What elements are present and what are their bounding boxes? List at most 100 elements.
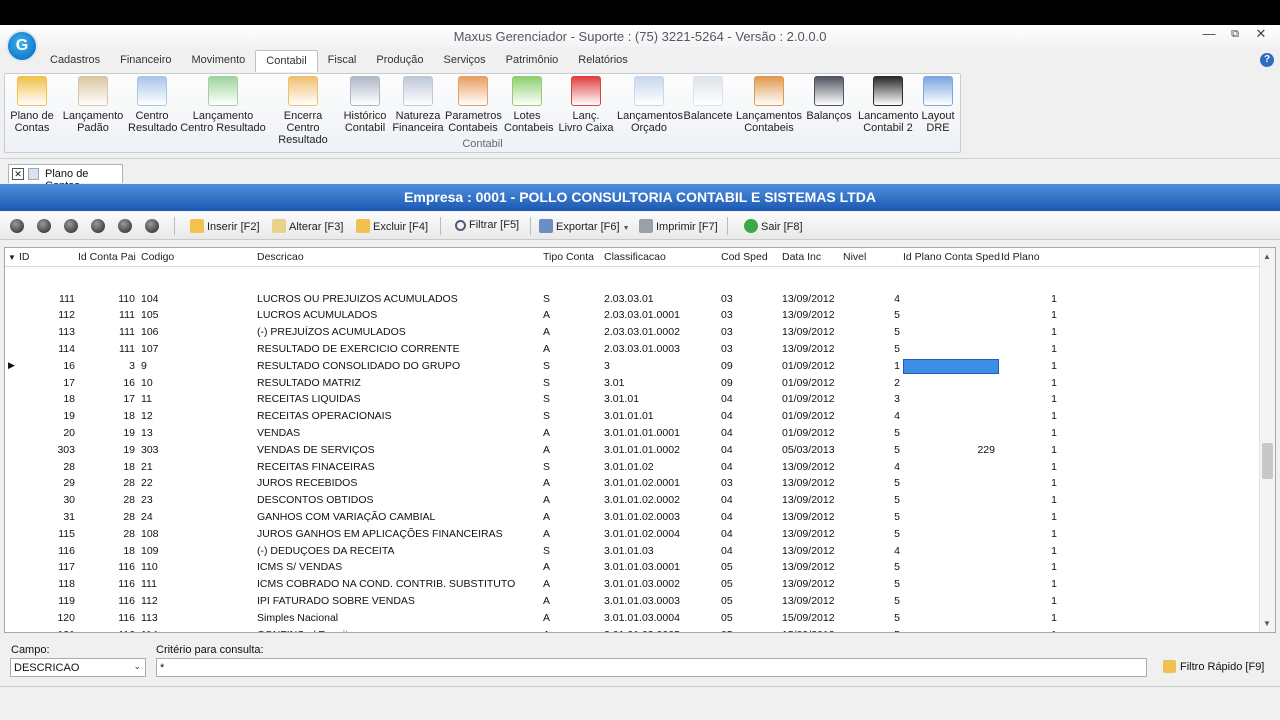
cell-nivel[interactable]: 5 (800, 326, 900, 338)
table-row[interactable]: 303 19 303 VENDAS DE SERVIÇOS A 3.01.01.01.00… (5, 442, 1260, 459)
cell-classificacao[interactable]: 3.01.01 (604, 393, 639, 405)
tab-close-icon[interactable]: ✕ (12, 168, 24, 180)
cell-id-plano[interactable]: 1 (957, 360, 1057, 372)
table-row[interactable]: 17 16 10 RESULTADO MATRIZ S 3.01 09 01/09/2012 2… (5, 375, 1260, 392)
cell-codigo[interactable]: 112 (141, 595, 158, 607)
cell-codigo[interactable]: 11 (141, 393, 152, 405)
cell-codigo[interactable]: 106 (141, 326, 159, 338)
cell-id-conta-pai[interactable]: 116 (35, 612, 135, 624)
cell-nivel[interactable]: 5 (800, 561, 900, 573)
cell-descricao[interactable]: ICMS S/ VENDAS (257, 561, 342, 573)
menu-cadastros[interactable]: Cadastros (40, 50, 110, 72)
cell-tipo-conta[interactable]: A (543, 477, 550, 489)
cell-tipo-conta[interactable]: A (543, 612, 550, 624)
cell-codigo[interactable]: 108 (141, 528, 159, 540)
cell-id-plano[interactable]: 1 (957, 293, 1057, 305)
cell-codigo[interactable]: 111 (141, 578, 157, 590)
scroll-thumb[interactable] (1262, 443, 1273, 479)
cell-id-conta-pai[interactable]: 116 (35, 578, 135, 590)
next-page-icon[interactable] (118, 219, 132, 233)
cell-id-plano[interactable]: 1 (957, 309, 1057, 321)
cell-cod-sped[interactable]: 03 (721, 293, 733, 305)
cell-tipo-conta[interactable]: A (543, 444, 550, 456)
cell-nivel[interactable]: 4 (800, 293, 900, 305)
cell-id-plano[interactable]: 1 (957, 595, 1057, 607)
column-header-codigo[interactable]: Codigo (141, 251, 174, 263)
cell-classificacao[interactable]: 3.01.01.01 (604, 410, 654, 422)
column-header-cod-sped[interactable]: Cod Sped (721, 251, 768, 263)
cell-codigo[interactable]: 9 (141, 360, 147, 372)
cell-classificacao[interactable]: 3.01.01.03.0001 (604, 561, 680, 573)
table-row[interactable]: 115 28 108 JUROS GANHOS EM APLICAÇÕES FINAN… (5, 526, 1260, 543)
first-record-icon[interactable] (10, 219, 24, 233)
cell-cod-sped[interactable]: 03 (721, 309, 733, 321)
cell-nivel[interactable]: 4 (800, 545, 900, 557)
cell-id-conta-pai[interactable]: 19 (35, 427, 135, 439)
menu-financeiro[interactable]: Financeiro (110, 50, 181, 72)
table-row[interactable]: 119 116 112 IPI FATURADO SOBRE VENDAS A 3.01.… (5, 593, 1260, 610)
cell-tipo-conta[interactable]: A (543, 595, 550, 607)
cell-codigo[interactable]: 22 (141, 477, 153, 489)
cell-cod-sped[interactable]: 04 (721, 410, 733, 422)
cell-nivel[interactable]: 5 (800, 595, 900, 607)
column-header-id-conta-pai[interactable]: Id Conta Pai (78, 251, 136, 263)
close-button[interactable]: ✕ (1248, 25, 1274, 45)
cell-cod-sped[interactable]: 04 (721, 494, 733, 506)
cell-id-conta-pai[interactable]: 16 (35, 377, 135, 389)
cell-classificacao[interactable]: 3.01.01.03.0005 (604, 629, 680, 633)
menu-fiscal[interactable]: Fiscal (318, 50, 367, 72)
ribbon-button-encerra-centro-resultado[interactable]: Encerra Centro Resultado (267, 76, 339, 146)
cell-classificacao[interactable]: 2.03.03.01 (604, 293, 654, 305)
inserir-button[interactable]: Inserir [F2] (190, 219, 260, 233)
cell-cod-sped[interactable]: 04 (721, 427, 733, 439)
scroll-down-icon[interactable]: ▼ (1263, 619, 1271, 628)
filtrar-button[interactable]: Filtrar [F5] (455, 219, 519, 231)
cell-tipo-conta[interactable]: A (543, 561, 550, 573)
cell-codigo[interactable]: 110 (141, 561, 158, 573)
menu-servi-os[interactable]: Serviços (433, 50, 495, 72)
table-row[interactable]: 28 18 21 RECEITAS FINACEIRAS S 3.01.01.02 04 13… (5, 459, 1260, 476)
ribbon-button-hist-rico-contabil[interactable]: Histórico Contabil (343, 76, 387, 134)
column-header-id-plano-conta-sped[interactable]: Id Plano Conta Sped (903, 251, 1000, 263)
cell-descricao[interactable]: JUROS GANHOS EM APLICAÇÕES FINANCEIRAS (257, 528, 503, 540)
cell-codigo[interactable]: 107 (141, 343, 159, 355)
cell-cod-sped[interactable]: 03 (721, 326, 733, 338)
previous-record-icon[interactable] (64, 219, 78, 233)
cell-id-plano[interactable]: 1 (957, 561, 1057, 573)
cell-nivel[interactable]: 5 (800, 309, 900, 321)
cell-id-plano[interactable]: 1 (957, 494, 1057, 506)
cell-id-conta-pai[interactable]: 28 (35, 511, 135, 523)
sair-button[interactable]: Sair [F8] (744, 219, 803, 233)
cell-id-conta-pai[interactable]: 19 (35, 444, 135, 456)
cell-descricao[interactable]: IPI FATURADO SOBRE VENDAS (257, 595, 415, 607)
cell-cod-sped[interactable]: 05 (721, 561, 733, 573)
cell-id-conta-pai[interactable]: 28 (35, 494, 135, 506)
cell-nivel[interactable]: 1 (800, 360, 900, 372)
cell-classificacao[interactable]: 3.01.01.01.0002 (604, 444, 680, 456)
cell-classificacao[interactable]: 3.01.01.03.0002 (604, 578, 680, 590)
ribbon-button-lan-amentos-contabeis[interactable]: Lançamentos Contabeis (736, 76, 802, 134)
cell-nivel[interactable]: 2 (800, 377, 900, 389)
ribbon-button-lan-amento-centro-resultado[interactable]: Lançamento Centro Resultado (180, 76, 266, 134)
table-row[interactable]: 118 116 111 ICMS COBRADO NA COND. CONTRIB. … (5, 576, 1260, 593)
cell-tipo-conta[interactable]: A (543, 427, 550, 439)
imprimir-button[interactable]: Imprimir [F7] (639, 219, 718, 233)
exportar-button[interactable]: Exportar [F6] ▼ (539, 219, 630, 233)
cell-nivel[interactable]: 5 (800, 444, 900, 456)
cell-tipo-conta[interactable]: S (543, 545, 550, 557)
table-row[interactable]: 18 17 11 RECEITAS LIQUIDAS S 3.01.01 04 01/09/2… (5, 391, 1260, 408)
cell-cod-sped[interactable]: 09 (721, 360, 733, 372)
cell-cod-sped[interactable]: 04 (721, 545, 733, 557)
cell-descricao[interactable]: JUROS RECEBIDOS (257, 477, 357, 489)
tab-plano-de-contas[interactable]: ✕ Plano de Contas (8, 164, 123, 192)
cell-tipo-conta[interactable]: S (543, 377, 550, 389)
cell-id-plano[interactable]: 1 (957, 528, 1057, 540)
ribbon-button-lotes-contabeis[interactable]: Lotes Contabeis (504, 76, 554, 134)
cell-descricao[interactable]: RESULTADO CONSOLIDADO DO GRUPO (257, 360, 460, 372)
cell-descricao[interactable]: Simples Nacional (257, 612, 338, 624)
cell-descricao[interactable]: ICMS COBRADO NA COND. CONTRIB. SUBSTITUT… (257, 578, 515, 590)
cell-cod-sped[interactable]: 09 (721, 377, 733, 389)
cell-classificacao[interactable]: 2.03.03.01.0003 (604, 343, 680, 355)
menu-produ-o[interactable]: Produção (366, 50, 433, 72)
cell-id-conta-pai[interactable]: 17 (35, 393, 135, 405)
